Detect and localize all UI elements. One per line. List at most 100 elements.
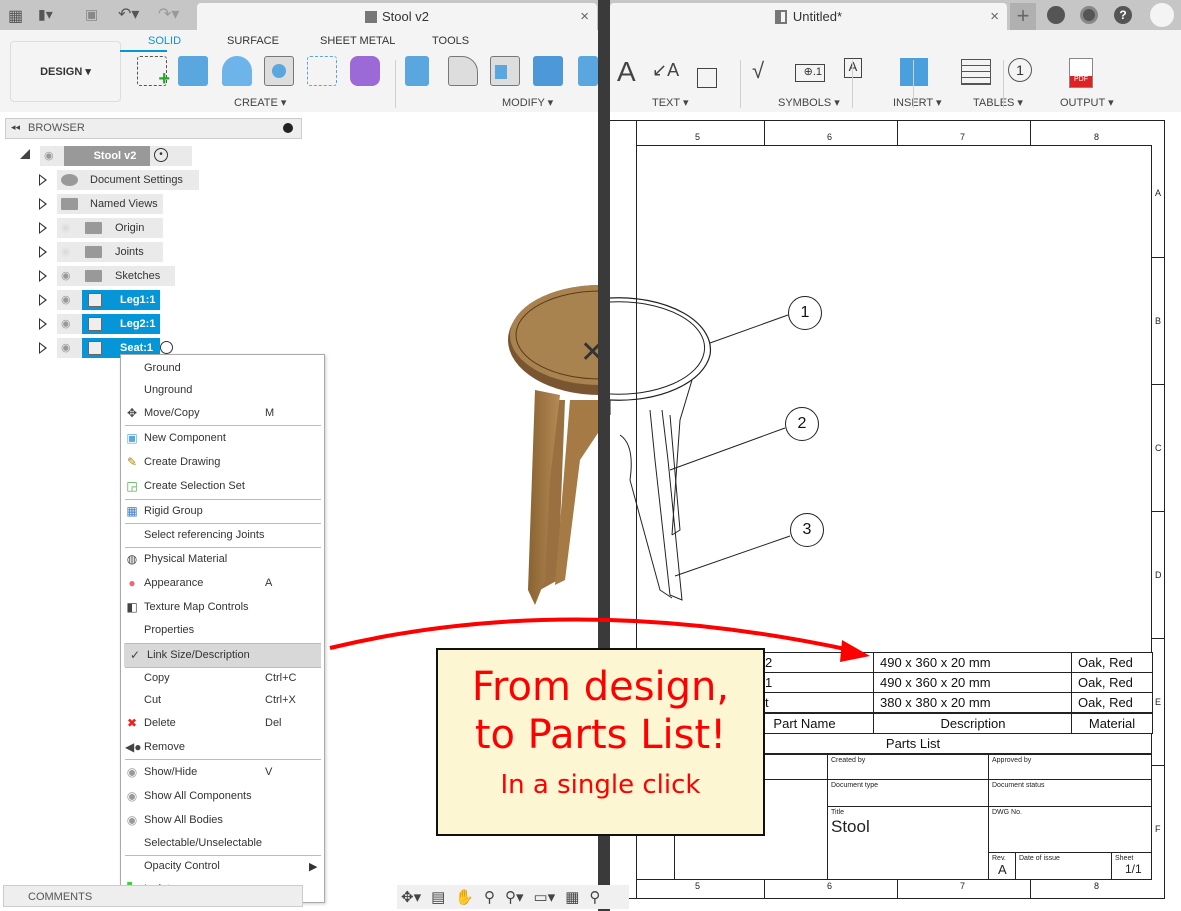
menu-item-selectable-unselectable[interactable]: Selectable/Unselectable xyxy=(121,832,324,854)
balloon-3[interactable]: 3 xyxy=(790,513,824,547)
eye-icon[interactable]: ◉ xyxy=(61,341,71,354)
menu-item-copy[interactable]: Copy Ctrl+C xyxy=(121,667,324,689)
menu-item-remove[interactable]: ◀● Remove xyxy=(121,736,324,758)
menu-item-select-referencing-joints[interactable]: Select referencing Joints xyxy=(121,524,324,546)
new-tab-button[interactable]: + xyxy=(1010,3,1036,30)
surface-texture-icon[interactable]: √ xyxy=(752,58,764,84)
datum-identifier-icon[interactable]: A xyxy=(844,58,862,78)
minimize-icon[interactable] xyxy=(283,123,293,133)
combine-icon[interactable] xyxy=(533,56,563,86)
undo-icon[interactable]: ↶▾ xyxy=(118,4,139,24)
shell-icon[interactable] xyxy=(490,56,520,86)
close-tab-button[interactable]: × xyxy=(990,8,999,25)
tab-sheet-metal[interactable]: SHEET METAL xyxy=(320,35,395,47)
eye-icon[interactable]: ◉ xyxy=(44,149,54,162)
expand-icon[interactable] xyxy=(39,174,47,186)
fit-icon[interactable]: ⚲▾ xyxy=(505,888,524,906)
eye-hidden-icon[interactable]: ◉ xyxy=(61,221,71,234)
activate-radio-icon[interactable] xyxy=(160,341,173,354)
insert-image-icon[interactable] xyxy=(900,58,928,86)
revolve-icon[interactable] xyxy=(222,56,252,86)
balloon-1[interactable]: 1 xyxy=(788,296,822,330)
expand-icon[interactable] xyxy=(39,222,47,234)
menu-item-rigid-group[interactable]: ▦ Rigid Group xyxy=(121,500,324,522)
tab-stool-v2[interactable]: Stool v2 × xyxy=(197,3,597,30)
zoom-window-icon[interactable]: ⚲ xyxy=(589,888,600,906)
tab-tools[interactable]: TOOLS xyxy=(432,35,469,47)
workspace-switcher[interactable]: DESIGN ▾ xyxy=(10,41,121,102)
avatar[interactable] xyxy=(1150,3,1174,27)
save-icon[interactable]: ▣ xyxy=(85,6,98,23)
expand-icon[interactable] xyxy=(39,246,47,258)
apps-grid-icon[interactable]: ▦ xyxy=(8,6,23,26)
hole-icon[interactable] xyxy=(264,56,294,86)
expand-icon[interactable] xyxy=(39,342,47,354)
eye-icon[interactable]: ◉ xyxy=(61,317,71,330)
extensions-icon[interactable] xyxy=(1047,6,1065,24)
stool-3d-model[interactable] xyxy=(440,280,600,610)
modify-menu[interactable]: MODIFY ▾ xyxy=(502,96,553,109)
tab-untitled[interactable]: Untitled* × xyxy=(610,3,1007,30)
comments-panel[interactable]: COMMENTS xyxy=(3,885,303,907)
menu-item-move-copy[interactable]: ✥ Move/Copy M xyxy=(121,402,324,424)
expand-icon[interactable] xyxy=(39,198,47,210)
root-label[interactable]: Stool v2 xyxy=(64,146,150,166)
menu-item-opacity-control[interactable]: Opacity Control ▶ xyxy=(121,855,324,877)
fillet-icon[interactable] xyxy=(448,56,478,86)
press-pull-icon[interactable] xyxy=(405,56,429,86)
insert-menu[interactable]: INSERT ▾ xyxy=(893,96,942,109)
browser-item[interactable]: ◉ Sketches xyxy=(0,266,200,286)
create-menu[interactable]: CREATE ▾ xyxy=(234,96,286,109)
pdf-export-icon[interactable]: PDF xyxy=(1069,58,1093,88)
orbit-icon[interactable]: ✥▾ xyxy=(401,888,421,906)
expand-icon[interactable] xyxy=(39,294,47,306)
close-tab-button[interactable]: × xyxy=(580,8,589,25)
balloon-2[interactable]: 2 xyxy=(785,407,819,441)
eye-hidden-icon[interactable]: ◉ xyxy=(61,245,71,258)
menu-item-create-drawing[interactable]: ✎ Create Drawing xyxy=(121,451,324,473)
note-icon[interactable] xyxy=(697,68,717,88)
feature-control-frame-icon[interactable]: ⊕.1 xyxy=(795,64,825,82)
expanded-icon[interactable] xyxy=(20,149,30,159)
menu-item-show-all-bodies[interactable]: ◉ Show All Bodies xyxy=(121,809,324,831)
menu-item-texture-map-controls[interactable]: ◧ Texture Map Controls xyxy=(121,596,324,618)
pan-icon[interactable]: ✋ xyxy=(455,888,474,906)
file-menu-icon[interactable]: ▮▾ xyxy=(38,6,53,23)
menu-item-new-component[interactable]: ▣ New Component xyxy=(121,427,324,449)
tables-menu[interactable]: TABLES ▾ xyxy=(973,96,1023,109)
leader-text-icon[interactable]: ↙A xyxy=(652,60,679,81)
grid-icon[interactable]: ▦ xyxy=(565,888,579,906)
eye-icon[interactable]: ◉ xyxy=(61,269,71,282)
display-settings-icon[interactable]: ▭▾ xyxy=(534,888,556,906)
menu-item-appearance[interactable]: ● Appearance A xyxy=(121,572,324,594)
create-form-icon[interactable] xyxy=(350,56,380,86)
menu-item-show-all-components[interactable]: ◉ Show All Components xyxy=(121,785,324,807)
menu-item-show-hide[interactable]: ◉ Show/Hide V xyxy=(121,761,324,783)
menu-item-physical-material[interactable]: ◍ Physical Material xyxy=(121,548,324,570)
expand-icon[interactable] xyxy=(39,318,47,330)
output-menu[interactable]: OUTPUT ▾ xyxy=(1060,96,1114,109)
browser-item[interactable]: ◉ Leg2:1 xyxy=(0,314,200,334)
job-status-icon[interactable] xyxy=(1080,6,1098,24)
tab-surface[interactable]: SURFACE xyxy=(227,35,279,47)
menu-item-create-selection-set[interactable]: ◲ Create Selection Set xyxy=(121,475,324,497)
table-icon[interactable] xyxy=(961,59,991,85)
help-icon[interactable]: ? xyxy=(1114,6,1132,24)
text-icon[interactable]: A xyxy=(617,56,636,88)
browser-item[interactable]: Named Views xyxy=(0,194,200,214)
look-at-icon[interactable]: ▤ xyxy=(431,888,445,906)
tab-solid[interactable]: SOLID xyxy=(148,35,181,47)
symbols-menu[interactable]: SYMBOLS ▾ xyxy=(778,96,840,109)
zoom-icon[interactable]: ⚲ xyxy=(484,888,495,906)
eye-icon[interactable]: ◉ xyxy=(61,293,71,306)
item-selected[interactable]: Leg2:1 xyxy=(82,314,160,334)
menu-item-cut[interactable]: Cut Ctrl+X xyxy=(121,689,324,711)
browser-item[interactable]: ◉ Leg1:1 xyxy=(0,290,200,310)
text-menu[interactable]: TEXT ▾ xyxy=(652,96,689,109)
redo-icon[interactable]: ↷▾ xyxy=(158,4,179,24)
activate-radio-icon[interactable]: • xyxy=(154,148,168,162)
browser-item[interactable]: ◉ Origin xyxy=(0,218,200,238)
item-selected[interactable]: Leg1:1 xyxy=(82,290,160,310)
balloon-icon[interactable]: 1 xyxy=(1008,58,1032,82)
collapse-icon[interactable]: ◂◂ xyxy=(11,122,20,133)
